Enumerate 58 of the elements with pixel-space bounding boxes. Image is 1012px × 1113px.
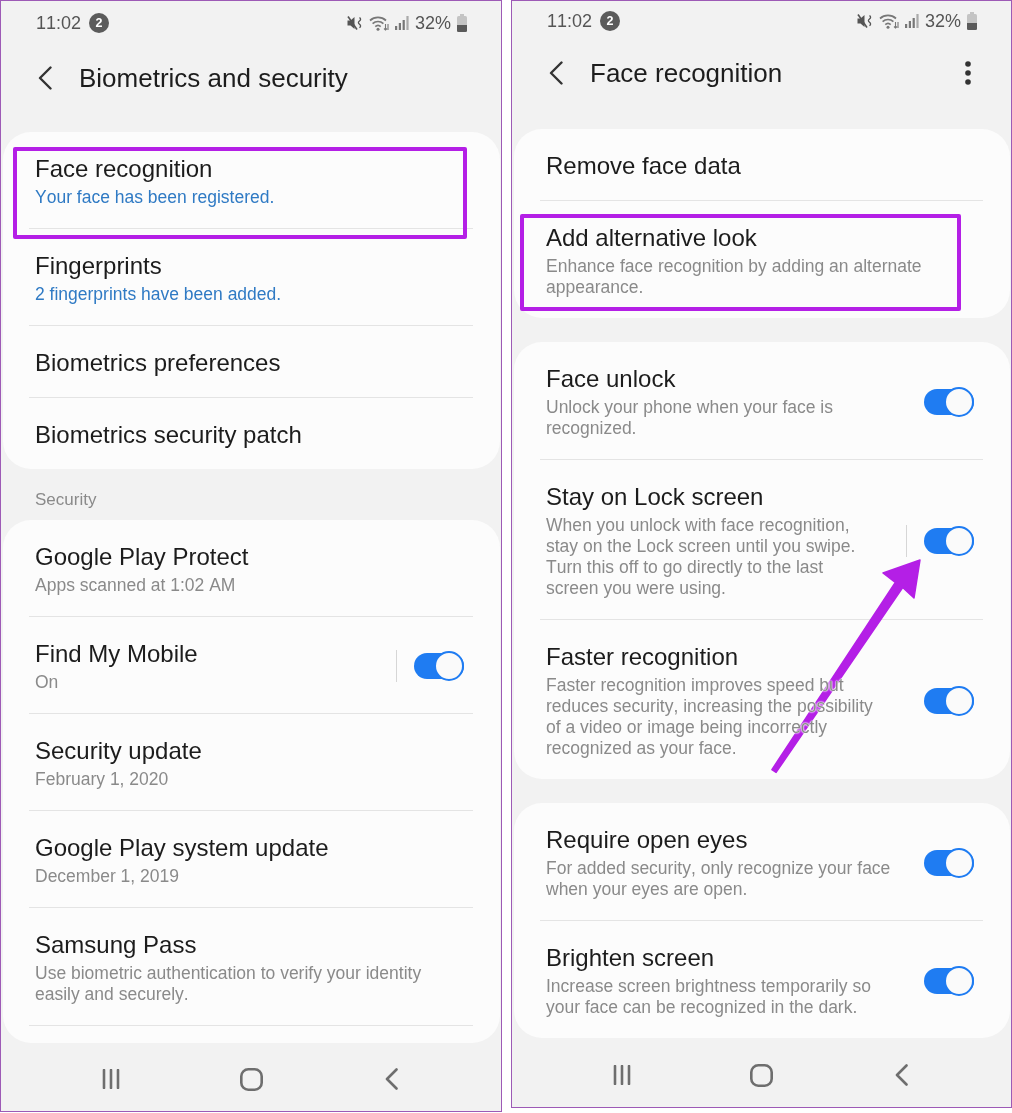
- toggle-switch[interactable]: [924, 386, 974, 417]
- setting-description: Apps scanned at 1:02 AM: [35, 575, 237, 596]
- battery-icon: [457, 14, 467, 32]
- toggle-switch[interactable]: [414, 651, 464, 681]
- page-title: Biometrics and security: [79, 62, 348, 94]
- setting-title[interactable]: Google Play Protect: [35, 542, 464, 571]
- setting-title[interactable]: Add alternative look: [546, 223, 974, 252]
- setting-title[interactable]: Brighten screen: [546, 943, 912, 972]
- setting-description: Unlock your phone when your face is recognized.: [546, 397, 834, 439]
- setting-description: On: [35, 672, 60, 693]
- setting-description: Enhance face recognition by adding an alternate appearance.: [546, 256, 923, 298]
- toggle-switch[interactable]: [924, 525, 974, 556]
- setting-description: When you unlock with face recognition, stay on the Lock screen until you swipe. Turn this off to go directly to the last screen you were using.: [546, 515, 857, 599]
- muted-speaker-icon: [346, 15, 363, 31]
- recent-apps-icon[interactable]: [102, 1069, 120, 1089]
- setting-description: December 1, 2019: [35, 866, 180, 887]
- battery-percentage: 32%: [924, 9, 961, 32]
- setting-description: February 1, 2020: [35, 769, 170, 790]
- setting-title[interactable]: Stay on Lock screen: [546, 482, 898, 511]
- home-icon[interactable]: [750, 1063, 773, 1087]
- toggle-switch[interactable]: [924, 847, 974, 878]
- setting-title[interactable]: Samsung Pass: [35, 930, 464, 959]
- setting-title[interactable]: Security update: [35, 736, 464, 765]
- wifi-icon: [878, 12, 899, 29]
- toggle-switch[interactable]: [924, 965, 974, 996]
- setting-title[interactable]: Require open eyes: [546, 825, 912, 854]
- setting-description: 2 fingerprints have been added.: [35, 284, 283, 305]
- battery-icon: [967, 11, 977, 30]
- setting-title[interactable]: Face unlock: [546, 364, 912, 393]
- section-header: Security: [34, 489, 98, 511]
- page-title: Face recognition: [590, 57, 783, 89]
- battery-percentage: 32%: [414, 12, 451, 34]
- more-options-icon[interactable]: [965, 61, 971, 85]
- setting-description: Increase screen brightness temporarily so your face can be recognized in the dark.: [546, 976, 872, 1018]
- setting-title[interactable]: Google Play system update: [35, 833, 464, 862]
- recent-apps-icon[interactable]: [612, 1065, 631, 1085]
- setting-title[interactable]: Biometrics preferences: [35, 348, 464, 377]
- notification-badge: 2: [89, 13, 110, 33]
- toggle-switch[interactable]: [924, 685, 974, 716]
- setting-description: For added security, only recognize your face when your eyes are open.: [546, 858, 892, 900]
- setting-description: Your face has been registered.: [35, 187, 276, 208]
- setting-description: Use biometric authentication to verify your identity easily and securely.: [35, 963, 423, 1005]
- setting-title[interactable]: Remove face data: [546, 151, 974, 180]
- back-icon[interactable]: [549, 61, 563, 85]
- signal-bars-icon: [904, 13, 919, 28]
- setting-title[interactable]: Find My Mobile: [35, 639, 388, 668]
- signal-bars-icon: [394, 16, 409, 30]
- setting-title[interactable]: Face recognition: [35, 154, 464, 183]
- home-icon[interactable]: [239, 1067, 263, 1091]
- back-icon[interactable]: [38, 66, 52, 90]
- status-time: 11:02: [547, 9, 593, 32]
- muted-speaker-icon: [856, 12, 873, 29]
- status-time: 11:02: [36, 12, 82, 34]
- setting-title[interactable]: Biometrics security patch: [35, 420, 464, 449]
- wifi-icon: [368, 15, 389, 31]
- setting-title[interactable]: Fingerprints: [35, 251, 464, 280]
- setting-title[interactable]: Faster recognition: [546, 642, 912, 671]
- notification-badge: 2: [600, 10, 621, 31]
